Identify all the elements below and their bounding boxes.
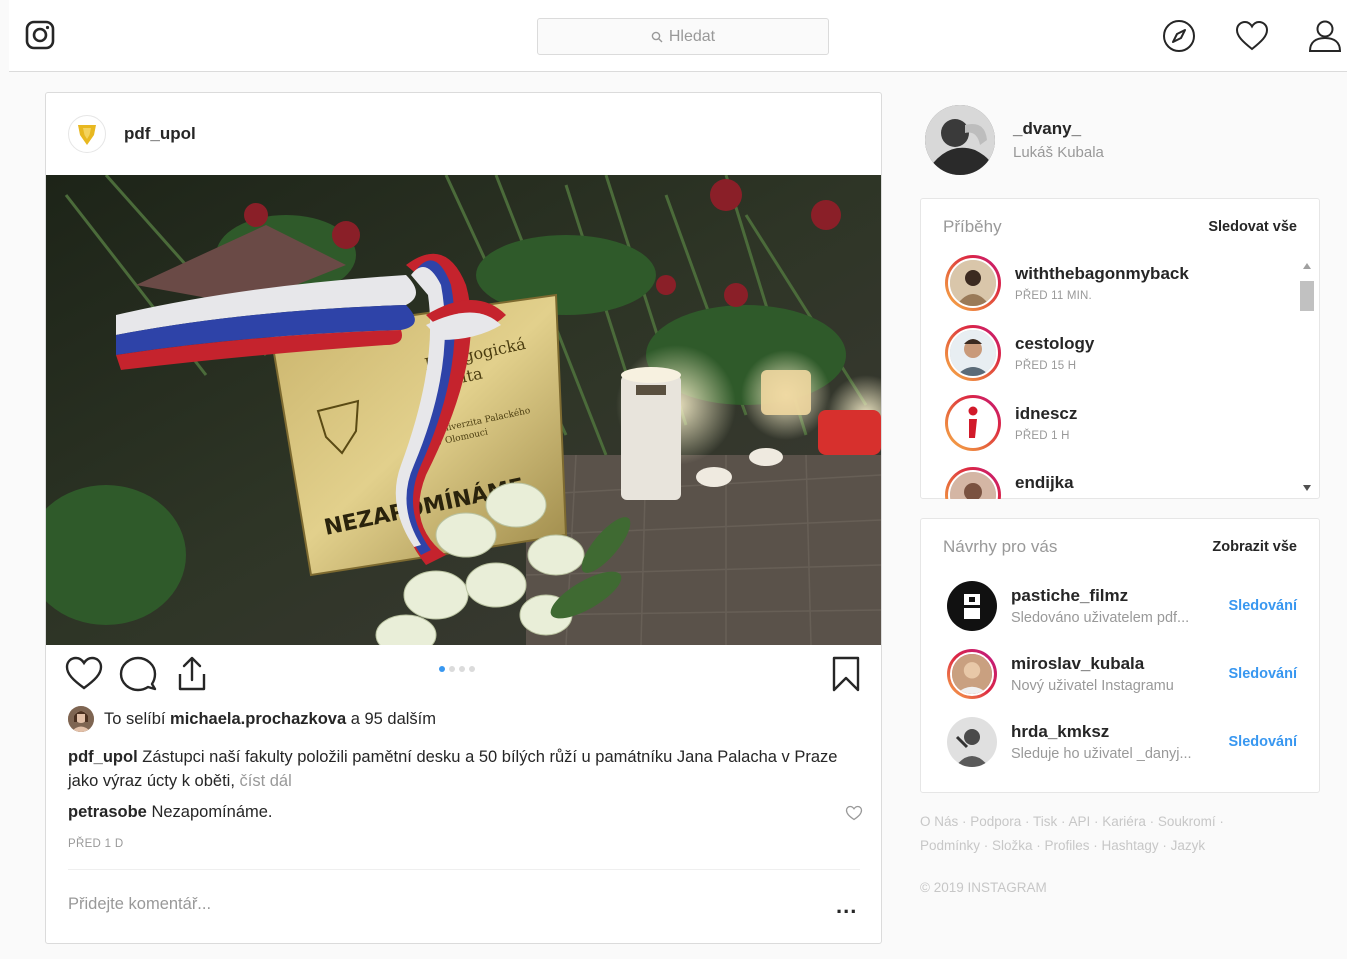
liker-avatar[interactable]	[68, 706, 94, 732]
carousel-dot	[459, 666, 465, 672]
story-avatar	[948, 328, 998, 378]
comment-username[interactable]: petrasobe	[68, 803, 147, 821]
story-item[interactable]: withthebagonmyback PŘED 11 MIN.	[945, 255, 1189, 311]
current-user-profile[interactable]: _dvany_ Lukáš Kubala	[925, 105, 1104, 175]
story-username: idnescz	[1015, 404, 1078, 423]
suggestion-reason: Nový uživatel Instagramu	[1011, 678, 1174, 694]
search-placeholder: Hledat	[668, 27, 716, 45]
stories-title: Příběhy	[943, 217, 1002, 236]
story-time: PŘED 1 H	[1015, 430, 1070, 442]
feed-post: pdf_upol Pedagogická Univerzita Palackéh…	[45, 92, 882, 944]
add-comment-input[interactable]: Přidejte komentář...	[68, 895, 211, 914]
suggestion-item: miroslav_kubala Nový uživatel Instagramu …	[947, 649, 1297, 699]
share-icon[interactable]	[172, 654, 212, 694]
carousel-indicator	[439, 666, 475, 672]
likes-count-text[interactable]: a 95 dalším	[346, 710, 436, 729]
story-avatar	[948, 470, 998, 499]
story-username: endijka	[1015, 473, 1074, 492]
suggestion-avatar[interactable]	[947, 581, 997, 631]
faculty-logo-icon	[78, 125, 96, 145]
caption-username[interactable]: pdf_upol	[68, 748, 138, 766]
story-time: PŘED 11 MIN.	[1015, 290, 1092, 302]
suggestion-item: hrda_kmksz Sleduje ho uživatel _danyj... …	[947, 717, 1297, 767]
save-bookmark-icon[interactable]	[826, 654, 866, 694]
follow-button[interactable]: Sledování	[1229, 598, 1298, 614]
stories-panel: Příběhy Sledovat vše withthebagonmyback P…	[920, 198, 1320, 499]
likes-liked-link[interactable]: líbí	[143, 710, 165, 729]
read-more-link[interactable]: číst dál	[240, 772, 292, 790]
carousel-dot	[449, 666, 455, 672]
story-avatar	[948, 258, 998, 308]
story-time: PŘED 15 H	[1015, 360, 1077, 372]
top-navigation-bar: Hledat	[9, 0, 1347, 72]
activity-heart-icon[interactable]	[1234, 18, 1270, 54]
comment-text: Nezapomínáme.	[146, 803, 273, 821]
post-photo[interactable]: Pedagogická fakulta Univerzita Palackého…	[46, 175, 881, 645]
current-user-avatar[interactable]	[925, 105, 995, 175]
follow-button[interactable]: Sledování	[1229, 734, 1298, 750]
likes-prefix: To se	[104, 709, 144, 728]
post-author-username[interactable]: pdf_upol	[124, 124, 196, 144]
story-item[interactable]: cestology PŘED 15 H	[945, 325, 1094, 381]
suggestions-title: Návrhy pro vás	[943, 537, 1058, 556]
see-all-link[interactable]: Zobrazit vše	[1212, 539, 1297, 555]
memorial-photo-image: Pedagogická fakulta Univerzita Palackého…	[46, 175, 881, 645]
post-timestamp[interactable]: PŘED 1 D	[68, 838, 123, 850]
search-input[interactable]: Hledat	[537, 18, 829, 55]
post-caption: pdf_upol Zástupci naší fakulty položili …	[68, 745, 838, 793]
copyright: © 2019 INSTAGRAM	[920, 880, 1047, 895]
story-item[interactable]: endijka	[945, 467, 1074, 499]
instagram-logo-icon[interactable]	[25, 20, 55, 50]
footer-links[interactable]: O Nás · Podpora · Tisk · API · Kariéra ·…	[920, 810, 1250, 858]
suggestion-avatar[interactable]	[947, 717, 997, 767]
footer-links-line-2[interactable]: Podmínky · Složka · Profiles · Hashtagy …	[920, 834, 1250, 858]
explore-compass-icon[interactable]	[1161, 18, 1197, 54]
comment-row: petrasobe Nezapomínáme.	[68, 803, 863, 822]
search-icon	[651, 31, 663, 42]
story-username: withthebagonmyback	[1015, 264, 1189, 283]
likes-summary: To se líbí michaela.prochazkova a 95 dal…	[68, 705, 436, 733]
story-username: cestology	[1015, 334, 1095, 353]
carousel-dot-active	[439, 666, 445, 672]
caption-text: Zástupci naší fakulty položili pamětní d…	[68, 748, 838, 790]
liker-username[interactable]: michaela.prochazkova	[170, 710, 346, 729]
suggestion-avatar[interactable]	[947, 649, 997, 699]
suggestion-username[interactable]: miroslav_kubala	[1011, 654, 1219, 674]
suggestion-reason: Sleduje ho uživatel _danyj...	[1011, 746, 1192, 762]
stories-scrollbar[interactable]	[1297, 257, 1317, 499]
profile-user-icon[interactable]	[1307, 18, 1343, 54]
like-heart-icon[interactable]	[64, 654, 104, 694]
more-options-button[interactable]: ...	[836, 893, 857, 919]
current-username[interactable]: _dvany_	[1013, 119, 1104, 139]
story-avatar	[948, 398, 998, 448]
comment-like-heart-icon[interactable]	[845, 804, 863, 822]
carousel-dot	[469, 666, 475, 672]
post-actions-bar	[46, 646, 881, 704]
follow-button[interactable]: Sledování	[1229, 666, 1298, 682]
watch-all-link[interactable]: Sledovat vše	[1208, 219, 1297, 235]
comment-bubble-icon[interactable]	[118, 654, 158, 694]
suggestion-username[interactable]: pastiche_filmz	[1011, 586, 1219, 606]
story-item[interactable]: idnescz PŘED 1 H	[945, 395, 1077, 451]
suggestion-username[interactable]: hrda_kmksz	[1011, 722, 1219, 742]
comment-divider	[68, 869, 860, 870]
footer-links-line-1[interactable]: O Nás · Podpora · Tisk · API · Kariéra ·…	[920, 810, 1250, 834]
post-author-avatar[interactable]	[68, 115, 106, 153]
current-fullname: Lukáš Kubala	[1013, 144, 1104, 161]
post-header: pdf_upol	[46, 93, 881, 175]
suggestion-reason: Sledováno uživatelem pdf...	[1011, 610, 1190, 626]
suggestions-panel: Návrhy pro vás Zobrazit vše pastiche_fil…	[920, 518, 1320, 793]
suggestion-item: pastiche_filmz Sledováno uživatelem pdf..…	[947, 581, 1297, 631]
